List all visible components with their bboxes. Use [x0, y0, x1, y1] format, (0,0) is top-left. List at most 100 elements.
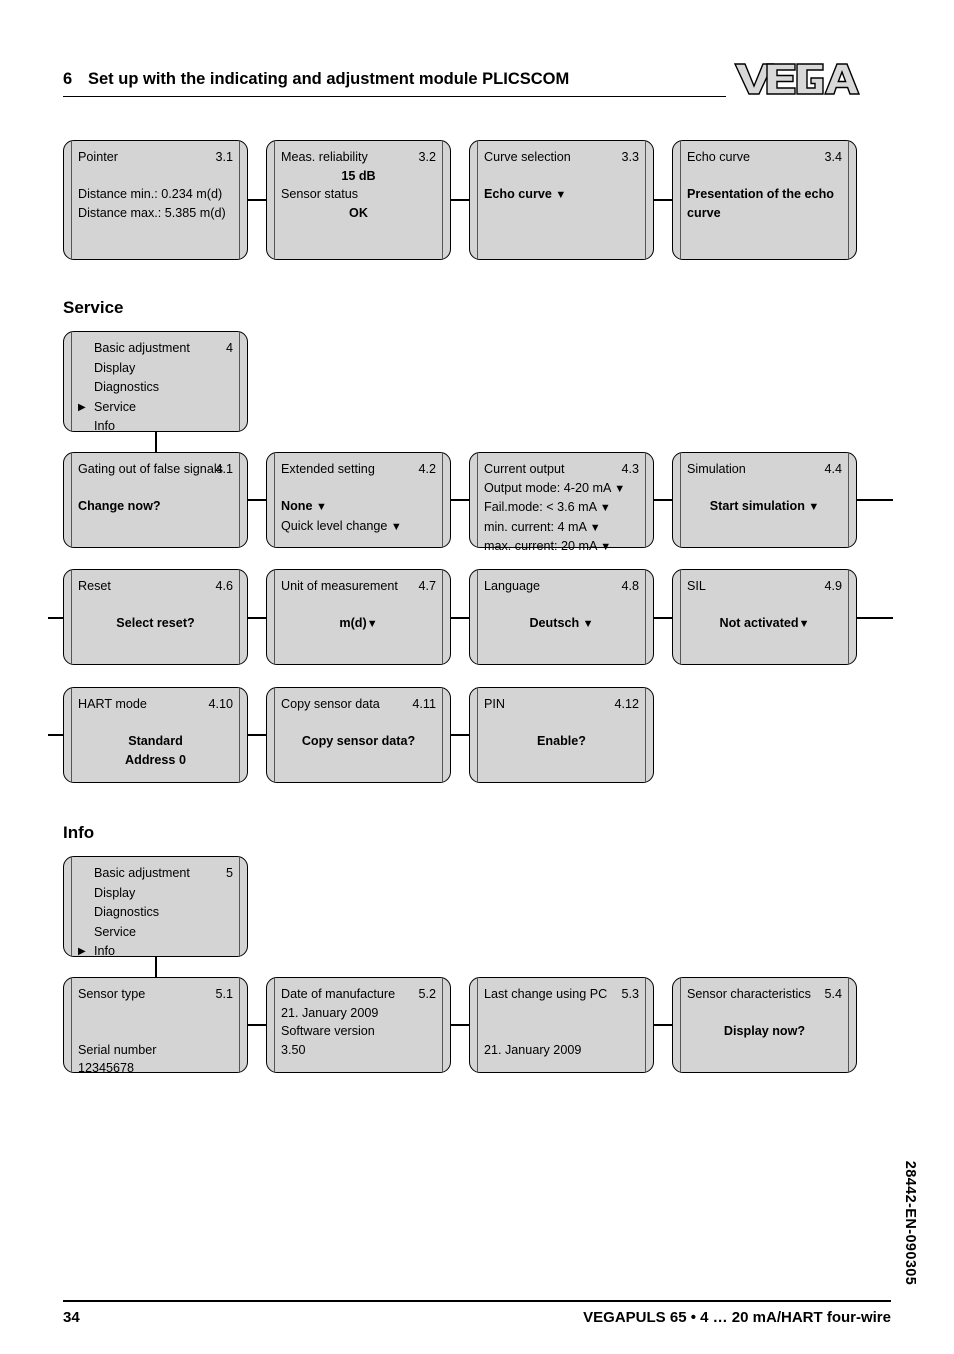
display-box-title: Current output 4.3 [484, 460, 639, 479]
display-box-content: Echo curve 3.4 Presentation of the echo cu… [687, 148, 842, 254]
display-box-blank-line [78, 167, 233, 186]
display-box-title: Pointer 3.1 [78, 148, 233, 167]
display-box-line: Copy sensor data? [301, 734, 416, 749]
connector-4-10-wrap-left [48, 734, 64, 736]
display-box-number: 4.10 [208, 697, 233, 711]
display-box-content: Reset 4.6 Select reset? [78, 577, 233, 659]
display-box-number: 4.8 [621, 579, 639, 593]
menu-item-service[interactable]: ▶ Service [78, 398, 233, 418]
display-box-line: min. current: 4 mA ▼ [484, 519, 601, 534]
display-box-title: PIN 4.12 [484, 695, 639, 714]
menu-item-info[interactable]: Info [78, 417, 233, 437]
display-box-line: Sensor status [281, 187, 359, 202]
display-box-content: Meas. reliability 3.2 15 dB Sensor status OK [281, 148, 436, 254]
display-box-blank-line [78, 1004, 233, 1023]
display-box-4-6: Reset 4.6 Select reset? [63, 569, 248, 665]
display-box-blank-line [281, 479, 436, 498]
connector-4-11-to-4-12 [451, 734, 471, 736]
display-box-number: 4.2 [418, 462, 436, 476]
display-box-line: Change now? [78, 499, 161, 514]
menu-item-info[interactable]: ▶ Info [78, 942, 233, 962]
display-box-4-7: Unit of measurement 4.7 m(d)▼ [266, 569, 451, 665]
display-box-line: Enable? [537, 734, 586, 749]
display-box-blank-line [687, 167, 842, 186]
section-title-service: Service [63, 298, 124, 317]
display-box-line: Fail.mode: < 3.6 mA ▼ [484, 500, 611, 515]
connector-4-10-to-4-11 [248, 734, 268, 736]
display-box-4-4: Simulation 4.4 Start simulation ▼ [672, 452, 857, 548]
connector-4-2-to-4-3 [451, 499, 471, 501]
display-box-line: Not activated▼ [719, 616, 810, 631]
footer-divider [63, 1300, 891, 1302]
chapter-number: 6 [63, 70, 73, 88]
display-box-content: HART mode 4.10 Standard Address 0 [78, 695, 233, 777]
display-box-content: Language 4.8 Deutsch ▼ [484, 577, 639, 659]
display-box-content: Simulation 4.4 Start simulation ▼ [687, 460, 842, 542]
connector-5-1-to-5-2 [248, 1024, 268, 1026]
display-box-line: OK [349, 205, 368, 220]
display-box-number: 4.7 [418, 579, 436, 593]
section-title-info: Info [63, 823, 95, 842]
display-box-number: 5.3 [621, 987, 639, 1001]
connector-4-6-wrap-left [48, 617, 64, 619]
connector-4-1-to-4-2 [248, 499, 268, 501]
display-box-3-1: Pointer 3.1 Distance min.: 0.234 m(d) Dist… [63, 140, 248, 260]
display-box-3-4: Echo curve 3.4 Presentation of the echo cu… [672, 140, 857, 260]
connector-3-3-to-3-4 [654, 199, 674, 201]
selection-arrow-icon: ▶ [78, 401, 86, 413]
display-box-number: 4.6 [215, 579, 233, 593]
display-box-line: 12345678 [78, 1061, 135, 1076]
display-box-title: Language 4.8 [484, 577, 639, 596]
display-box-line: Deutsch ▼ [529, 616, 594, 631]
display-box-4-3: Current output 4.3 Output mode: 4-20 mA ▼ F… [469, 452, 654, 553]
display-box-blank-line [78, 479, 233, 498]
footer-page-number: 34 [63, 1309, 80, 1326]
display-box-blank-line [484, 1022, 639, 1041]
display-box-number: 4.11 [412, 697, 436, 711]
display-box-5-4: Sensor characteristics 5.4 Display now? [672, 977, 857, 1073]
menu-item-basic-adjustment[interactable]: Basic adjustment 4 [78, 339, 233, 359]
menu-item-basic-adjustment[interactable]: Basic adjustment 5 [78, 864, 233, 884]
menu-box-content: Basic adjustment 5 Display Diagnostics Servi… [78, 864, 233, 958]
display-box-line: Start simulation ▼ [709, 499, 820, 514]
menu-item-diagnostics[interactable]: Diagnostics [78, 903, 233, 923]
display-box-title: Gating out of false signals 4.1 [78, 460, 233, 479]
display-box-3-2: Meas. reliability 3.2 15 dB Sensor status OK [266, 140, 451, 260]
menu-box-number: 4 [225, 341, 233, 355]
display-box-content: Sensor characteristics 5.4 Display now? [687, 985, 842, 1067]
display-box-line: Presentation of the echo [687, 187, 834, 202]
display-box-number: 3.1 [215, 150, 233, 164]
display-box-title: Sensor characteristics 5.4 [687, 985, 842, 1004]
display-box-4-9: SIL 4.9 Not activated▼ [672, 569, 857, 665]
menu-item-service[interactable]: Service [78, 923, 233, 943]
display-box-line: 15 dB [341, 168, 376, 183]
menu-box-info: Basic adjustment 5 Display Diagnostics Servi… [63, 856, 248, 958]
menu-item-diagnostics[interactable]: Diagnostics [78, 378, 233, 398]
display-box-4-1: Gating out of false signals 4.1 Change no… [63, 452, 248, 548]
display-box-blank-line [687, 596, 842, 615]
display-box-number: 3.4 [824, 150, 842, 164]
menu-item-display[interactable]: Display [78, 359, 233, 379]
display-box-5-1: Sensor type 5.1 Serial number 12345678 [63, 977, 248, 1075]
display-box-content: Extended setting 4.2 None ▼ Quick level ch… [281, 460, 436, 542]
menu-item-label: Service [94, 399, 136, 414]
display-box-4-2: Extended setting 4.2 None ▼ Quick level ch… [266, 452, 451, 548]
connector-4-3-to-4-4 [654, 499, 674, 501]
menu-item-label: Service [94, 924, 136, 939]
display-box-title: Last change using PC 5.3 [484, 985, 639, 1004]
display-box-line: None ▼ [281, 499, 327, 514]
display-box-line: 21. January 2009 [484, 1042, 582, 1057]
menu-box-content: Basic adjustment 4 Display Diagnostics ▶ Serv… [78, 339, 233, 433]
page-title: Set up with the indicating and adjustmen… [88, 70, 570, 88]
display-box-content: PIN 4.12 Enable? [484, 695, 639, 777]
display-box-line: Select reset? [116, 616, 195, 631]
display-box-content: Curve selection 3.3 Echo curve ▼ [484, 148, 639, 254]
display-box-blank-line [78, 596, 233, 615]
connector-3-1-to-3-2 [248, 199, 268, 201]
display-box-line: Address 0 [125, 752, 186, 767]
vega-logo [733, 62, 861, 96]
display-box-blank-line [281, 714, 436, 733]
display-box-line: Display now? [723, 1024, 806, 1039]
document-code: 28442-EN-090305 [902, 1160, 918, 1286]
menu-item-display[interactable]: Display [78, 884, 233, 904]
